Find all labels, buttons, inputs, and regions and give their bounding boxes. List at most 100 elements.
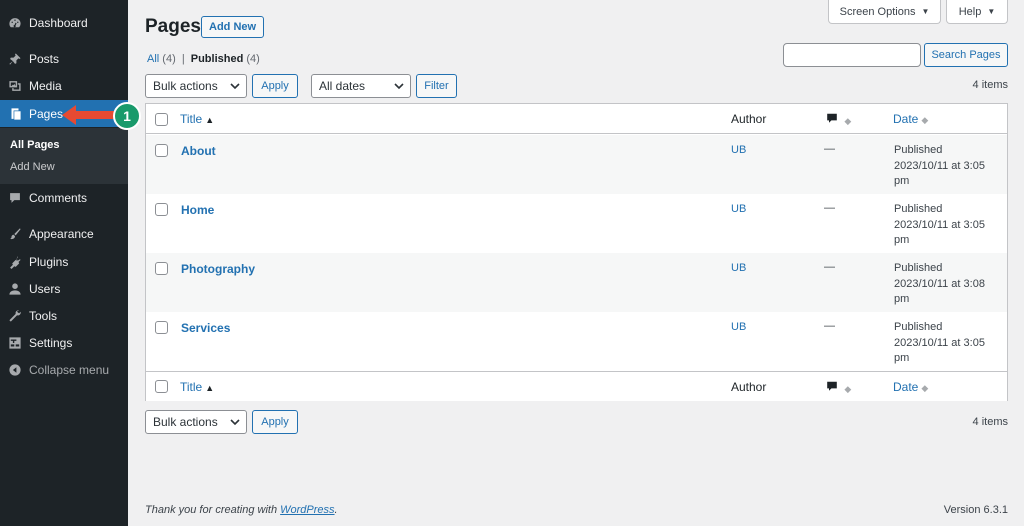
- caret-down-icon: ▼: [987, 7, 996, 16]
- table-row: About UB — Published 2023/10/11 at 3:05 …: [146, 135, 1007, 194]
- row-checkbox[interactable]: [155, 262, 168, 275]
- author-link[interactable]: UB: [731, 262, 746, 274]
- row-checkbox[interactable]: [155, 203, 168, 216]
- annotation-badge: 1: [113, 102, 141, 130]
- brush-icon: [8, 227, 22, 241]
- user-icon: [8, 282, 22, 296]
- collapse-menu-button[interactable]: Collapse menu: [0, 356, 128, 383]
- column-date-header[interactable]: Date ◆: [893, 380, 928, 394]
- submenu-all-pages[interactable]: All Pages: [10, 139, 60, 151]
- add-new-button[interactable]: Add New: [201, 16, 265, 38]
- caret-down-icon: ▼: [921, 7, 930, 16]
- sidebar-item-label: Settings: [29, 335, 73, 350]
- table-row: Home UB — Published 2023/10/11 at 3:05 p…: [146, 194, 1007, 253]
- sidebar-item-label: Plugins: [29, 254, 69, 269]
- sort-toggle-icon: ◆: [921, 115, 929, 125]
- select-all-checkbox[interactable]: [155, 113, 168, 126]
- author-link[interactable]: UB: [731, 203, 746, 215]
- wordpress-link[interactable]: WordPress: [280, 504, 334, 516]
- time-suffix: pm: [894, 293, 910, 305]
- column-title-label: Title: [180, 112, 203, 126]
- sidebar-item-dashboard[interactable]: Dashboard: [0, 9, 128, 36]
- table-row: Photography UB — Published 2023/10/11 at…: [146, 253, 1007, 312]
- sidebar-item-tools[interactable]: Tools: [0, 302, 128, 329]
- bulk-actions-select-bottom[interactable]: Bulk actions: [145, 410, 247, 434]
- column-title-header[interactable]: Title ▲: [180, 112, 214, 126]
- screen-options-button[interactable]: Screen Options ▼: [828, 0, 941, 24]
- media-icon: [8, 79, 22, 93]
- sidebar-item-plugins[interactable]: Plugins: [0, 248, 128, 275]
- author-link[interactable]: UB: [731, 321, 746, 333]
- help-button[interactable]: Help ▼: [946, 0, 1008, 24]
- column-comments-header[interactable]: ◆: [826, 112, 851, 127]
- search-input[interactable]: [783, 43, 921, 67]
- date-cell: Published 2023/10/11 at 3:05 pm: [894, 320, 994, 367]
- column-date-header[interactable]: Date ◆: [893, 112, 928, 126]
- pages-table: Title ▲ Author ◆ Date ◆ About UB — Publish…: [145, 103, 1008, 401]
- screen-options-label: Screen Options: [839, 5, 916, 18]
- comment-icon: [827, 381, 837, 391]
- author-link[interactable]: UB: [731, 144, 746, 156]
- sidebar-item-label: Dashboard: [29, 15, 88, 30]
- pin-icon: [8, 52, 22, 66]
- column-author-header: Author: [731, 380, 767, 394]
- date-text: 2023/10/11 at 3:05: [894, 159, 985, 172]
- page-title: Pages: [145, 16, 201, 37]
- chevron-down-icon: [394, 83, 404, 90]
- filter-button[interactable]: Filter: [416, 74, 457, 98]
- apply-button-top[interactable]: Apply: [252, 74, 298, 98]
- view-published-link[interactable]: Published: [191, 53, 244, 65]
- chevron-down-icon: [230, 83, 240, 90]
- date-text: 2023/10/11 at 3:05: [894, 336, 985, 349]
- settings-icon: [8, 336, 22, 350]
- page-title-link[interactable]: Home: [181, 203, 214, 217]
- status-text: Published: [894, 262, 943, 274]
- comments-count: —: [824, 320, 835, 332]
- items-count-bottom: 4 items: [972, 416, 1008, 428]
- bulk-actions-select-top[interactable]: Bulk actions: [145, 74, 247, 98]
- sidebar-item-label: Comments: [29, 190, 88, 205]
- time-suffix: pm: [894, 352, 910, 364]
- page-title-link[interactable]: Services: [181, 321, 230, 335]
- date-cell: Published 2023/10/11 at 3:08 pm: [894, 261, 994, 308]
- view-all-link[interactable]: All: [147, 53, 159, 65]
- admin-sidebar: Dashboard Posts Media Pages All Pages Ad…: [0, 0, 128, 526]
- submenu-add-new[interactable]: Add New: [10, 161, 55, 173]
- page-title-link[interactable]: About: [181, 144, 216, 158]
- comment-icon: [8, 191, 22, 205]
- sidebar-item-label: Posts: [29, 51, 60, 66]
- page-title-link[interactable]: Photography: [181, 262, 255, 276]
- chevron-down-icon: [230, 419, 240, 426]
- sidebar-item-label: Tools: [29, 308, 58, 323]
- sidebar-item-comments[interactable]: Comments: [0, 184, 128, 211]
- column-author-header: Author: [731, 112, 767, 126]
- row-checkbox[interactable]: [155, 144, 168, 157]
- sidebar-item-settings[interactable]: Settings: [0, 329, 128, 356]
- comments-count: —: [824, 202, 835, 214]
- collapse-menu-label: Collapse menu: [29, 362, 110, 377]
- column-comments-header[interactable]: ◆: [826, 380, 851, 395]
- sidebar-item-label: Users: [29, 281, 61, 296]
- view-all-count: (4): [162, 53, 176, 65]
- sidebar-item-users[interactable]: Users: [0, 275, 128, 302]
- status-text: Published: [894, 144, 943, 156]
- sort-toggle-icon: ◆: [921, 383, 929, 393]
- sidebar-item-posts[interactable]: Posts: [0, 45, 128, 72]
- search-pages-button[interactable]: Search Pages: [924, 43, 1008, 67]
- sort-toggle-icon: ◆: [844, 384, 852, 394]
- sidebar-item-label: Appearance: [29, 226, 94, 241]
- select-all-checkbox[interactable]: [155, 380, 168, 393]
- column-date-label: Date: [893, 112, 919, 126]
- wrench-icon: [8, 309, 22, 323]
- sidebar-item-appearance[interactable]: Appearance: [0, 220, 128, 247]
- plugin-icon: [8, 255, 22, 269]
- collapse-icon: [8, 363, 22, 377]
- sidebar-item-media[interactable]: Media: [0, 72, 128, 99]
- apply-button-bottom[interactable]: Apply: [252, 410, 298, 434]
- column-title-label: Title: [180, 380, 203, 394]
- dates-filter-select[interactable]: All dates: [311, 74, 411, 98]
- date-text: 2023/10/11 at 3:05: [894, 218, 985, 231]
- row-checkbox[interactable]: [155, 321, 168, 334]
- column-title-header[interactable]: Title ▲: [180, 380, 214, 394]
- footer-thanks: Thank you for creating with WordPress.: [145, 504, 338, 516]
